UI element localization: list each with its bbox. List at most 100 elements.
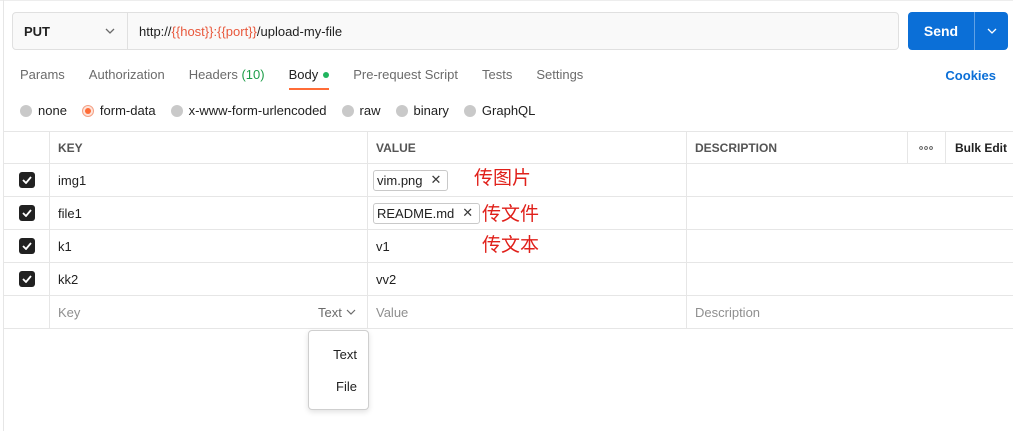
column-divider (367, 230, 368, 262)
remove-file-icon[interactable]: ✕ (462, 205, 473, 221)
row-checkbox[interactable] (18, 172, 35, 188)
tab-label: Body (288, 67, 319, 82)
row-value[interactable]: README.md ✕ (373, 197, 481, 229)
column-divider (49, 164, 50, 196)
row-value[interactable]: vim.png ✕ (373, 164, 449, 196)
radio-label: GraphQL (481, 103, 536, 118)
tab-authorization[interactable]: Authorization (89, 62, 165, 90)
headers-count: (10) (241, 67, 265, 82)
radio-graphql[interactable]: GraphQL (463, 103, 536, 118)
new-value-input[interactable]: Value (376, 296, 408, 328)
top-divider (0, 0, 1013, 1)
url-input[interactable]: http://{{host}}:{{port}}/upload-my-file (128, 24, 342, 39)
url-bar: PUT http://{{host}}:{{port}}/upload-my-f… (12, 12, 899, 50)
tab-label: Authorization (88, 67, 165, 82)
tab-body[interactable]: Body (288, 62, 330, 90)
remove-file-icon[interactable]: ✕ (431, 172, 442, 188)
column-divider (367, 132, 368, 163)
radio-circle (170, 104, 183, 117)
url-var-port: {{port}} (217, 23, 257, 39)
new-row: Key Text Value Description (4, 296, 1013, 329)
row-checkbox[interactable] (18, 271, 35, 287)
checkmark-icon (21, 209, 32, 217)
row-checkbox[interactable] (18, 238, 35, 254)
row-key[interactable]: k1 (58, 230, 72, 262)
radio-circle (341, 104, 354, 117)
checkmark-icon (21, 242, 32, 250)
row-checkbox[interactable] (18, 205, 35, 221)
body-type-radios: none form-data x-www-form-urlencoded raw… (20, 103, 550, 118)
row-checkbox-cell (4, 197, 49, 229)
column-divider (686, 164, 687, 196)
method-select[interactable]: PUT (13, 13, 128, 49)
radio-raw[interactable]: raw (341, 103, 381, 118)
radio-circle (20, 104, 32, 117)
annotation-upload-file: 传文件 (482, 203, 540, 225)
send-options-button[interactable] (975, 28, 1008, 34)
checkmark-icon (21, 275, 32, 283)
url-var-host: {{host}} (171, 23, 214, 39)
method-label: PUT (24, 23, 50, 39)
tab-label: Settings (536, 67, 584, 82)
menu-item-text[interactable]: Text (309, 347, 368, 362)
header-value: VALUE (376, 140, 416, 155)
row-key[interactable]: img1 (58, 164, 86, 196)
column-divider (907, 132, 908, 163)
chevron-down-icon (346, 309, 356, 315)
column-divider (945, 132, 946, 163)
column-divider (686, 263, 687, 295)
row-value[interactable]: vv2 (376, 263, 396, 295)
bulk-edit-button[interactable]: Bulk Edit (955, 132, 1007, 163)
tab-params[interactable]: Params (20, 62, 65, 90)
row-checkbox-cell (4, 230, 49, 262)
radio-circle (463, 104, 476, 117)
table-row: kk2 vv2 (4, 263, 1013, 296)
url-path: /upload-my-file (256, 23, 343, 39)
radio-form-data[interactable]: form-data (81, 103, 156, 118)
cookies-link[interactable]: Cookies (945, 68, 996, 83)
column-divider (367, 164, 368, 196)
tab-pre-request-script[interactable]: Pre-request Script (353, 62, 458, 90)
radio-none[interactable]: none (20, 103, 67, 118)
column-divider (49, 132, 50, 163)
radio-label: binary (413, 103, 449, 118)
tab-label: Tests (481, 67, 513, 82)
send-label: Send (923, 23, 959, 39)
file-name: README.md (377, 205, 455, 221)
column-divider (367, 263, 368, 295)
row-checkbox-cell (4, 263, 49, 295)
tab-headers[interactable]: Headers (10) (189, 62, 265, 90)
radio-label: raw (359, 103, 381, 118)
column-divider (49, 197, 50, 229)
request-tabs: Params Authorization Headers (10) Body P… (20, 62, 607, 90)
tab-settings[interactable]: Settings (536, 62, 583, 90)
row-value[interactable]: v1 (376, 230, 390, 262)
annotation-upload-image: 传图片 (474, 167, 532, 189)
radio-binary[interactable]: binary (395, 103, 449, 118)
new-description-input[interactable]: Description (695, 296, 760, 328)
radio-label: x-www-form-urlencoded (188, 103, 327, 118)
file-chip: README.md ✕ (373, 202, 481, 224)
radio-circle (395, 104, 408, 117)
column-divider (49, 263, 50, 295)
menu-item-file[interactable]: File (309, 379, 368, 394)
tab-label: Params (20, 67, 65, 82)
more-options-icon[interactable] (910, 132, 942, 163)
url-prefix: http:// (139, 23, 172, 39)
radio-label: none (38, 103, 67, 118)
column-divider (49, 230, 50, 262)
radio-label: form-data (99, 103, 156, 118)
key-type-select[interactable]: Text (318, 296, 356, 328)
row-key[interactable]: file1 (58, 197, 82, 229)
tab-tests[interactable]: Tests (482, 62, 512, 90)
table-header: KEY VALUE DESCRIPTION Bulk Edit (4, 131, 1013, 164)
checkmark-icon (21, 176, 32, 184)
row-checkbox-cell (4, 164, 49, 196)
header-description: DESCRIPTION (695, 140, 778, 155)
new-key-input[interactable]: Key (58, 296, 80, 328)
radio-x-www-form-urlencoded[interactable]: x-www-form-urlencoded (170, 103, 327, 118)
tab-label: Headers (188, 67, 238, 82)
row-key[interactable]: kk2 (58, 263, 78, 295)
file-chip: vim.png ✕ (373, 169, 449, 191)
send-button[interactable]: Send (908, 12, 1008, 50)
